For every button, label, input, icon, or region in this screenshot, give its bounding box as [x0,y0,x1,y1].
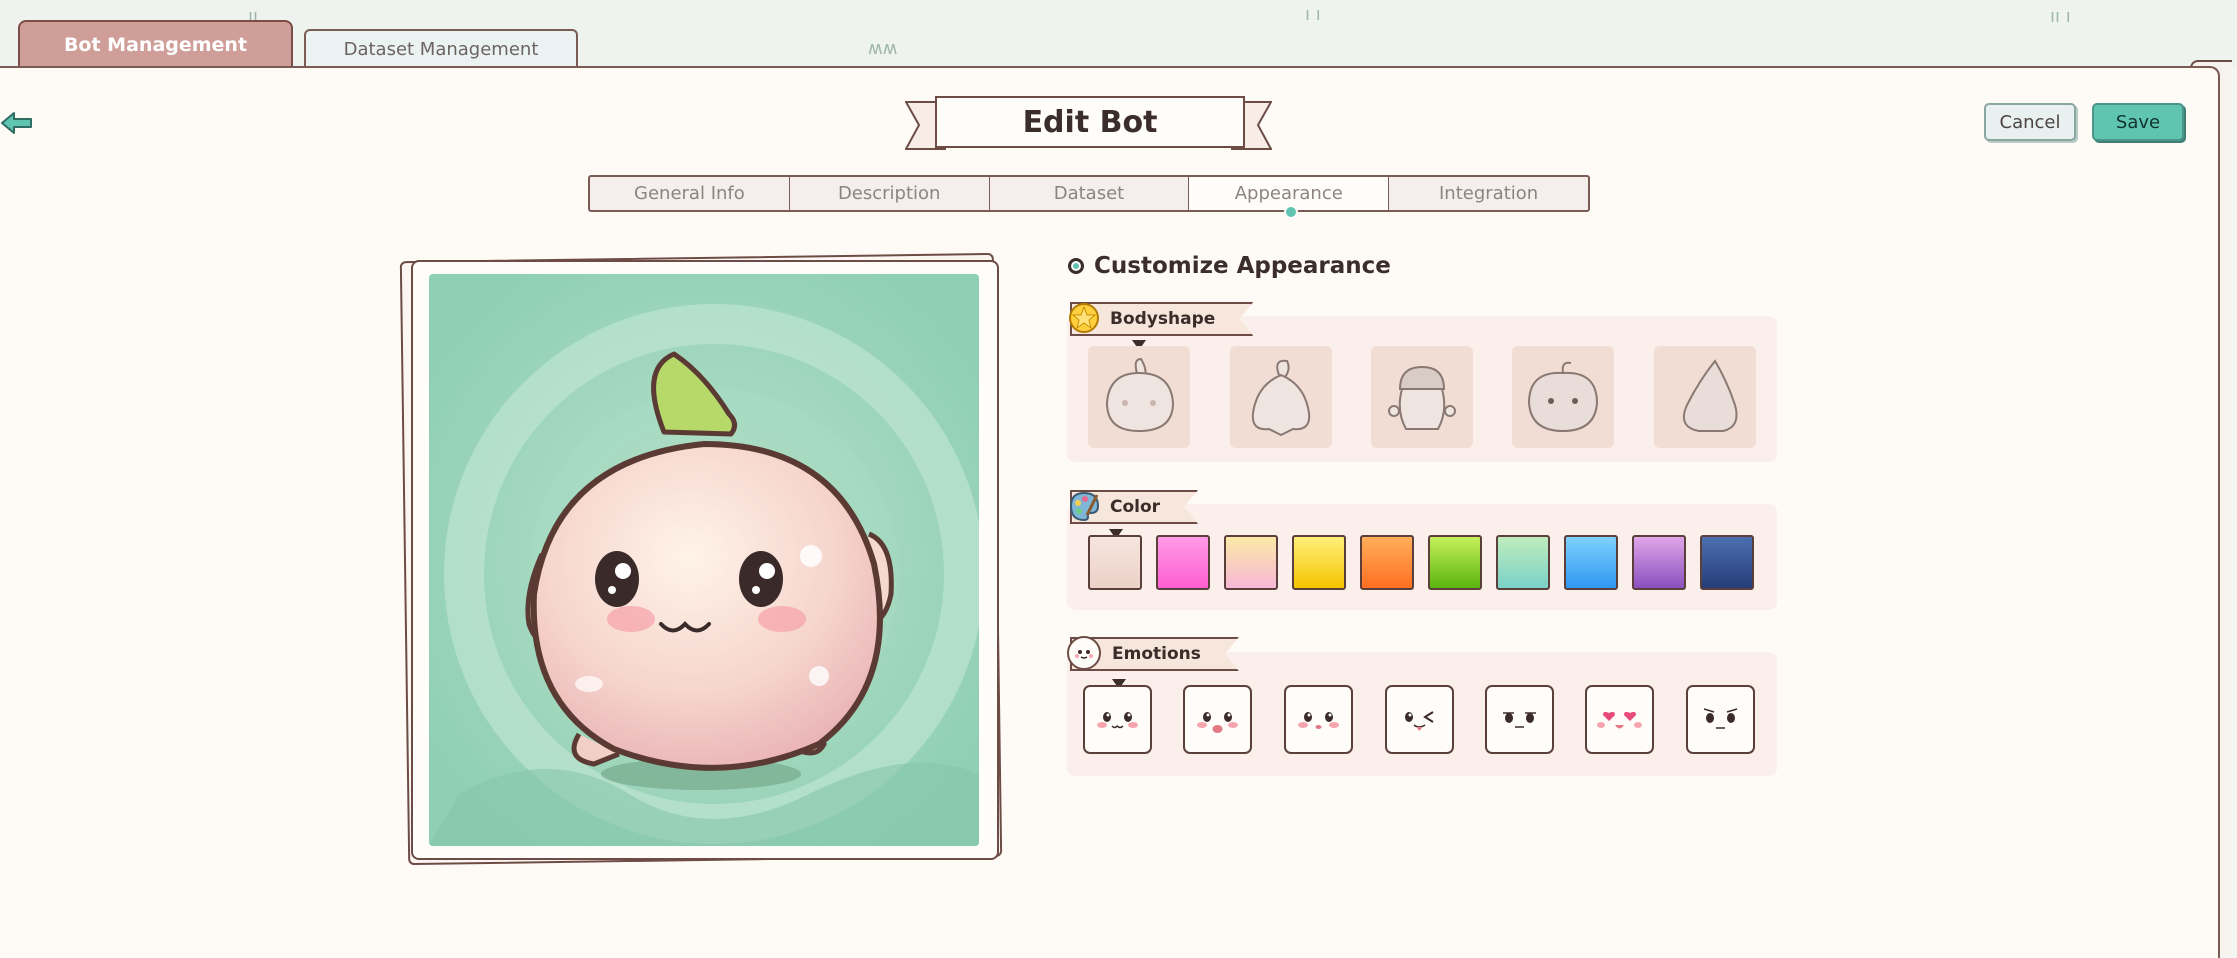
emotion-option-surprised[interactable] [1183,685,1252,754]
neutral-face-icon [1503,712,1536,728]
customize-appearance-header: Customize Appearance [1068,253,1391,279]
bodyshape-option-round-sprout[interactable] [1088,346,1190,448]
bodyshape-option-drop[interactable] [1654,346,1756,448]
star-icon [1067,301,1101,335]
face-icon [1067,636,1101,670]
emotion-option-content[interactable] [1284,685,1353,754]
smug-face-icon [1703,708,1738,729]
tab-appearance-label: Appearance [1234,183,1343,204]
color-swatch-peach-pastel[interactable] [1224,535,1278,590]
acorn-shape-icon [1388,365,1456,430]
color-swatch-cream[interactable] [1088,535,1142,590]
back-arrow-icon[interactable] [0,108,34,138]
color-swatch-orange[interactable] [1360,535,1414,590]
surprised-face-icon [1197,712,1238,733]
tab-general-info[interactable]: General Info [590,177,790,210]
palette-icon [1067,489,1101,523]
content-face-icon [1298,712,1339,729]
color-swatch-violet[interactable] [1632,535,1686,590]
emotion-option-happy[interactable] [1083,685,1152,754]
bot-preview-image [429,274,979,846]
emotions-label-ribbon: Emotions [1067,636,1239,672]
bodyshape-label-ribbon: Bodyshape [1067,301,1253,337]
color-swatch-pink[interactable] [1156,535,1210,590]
playful-face-icon [1405,711,1434,731]
save-button[interactable]: Save [2092,103,2184,141]
tab-dataset[interactable]: Dataset [990,177,1190,210]
love-face-icon [1597,711,1642,729]
emotion-option-smug[interactable] [1686,685,1755,754]
color-swatch-navy[interactable] [1700,535,1754,590]
bot-preview-card [411,260,999,860]
tab-bot-management[interactable]: Bot Management [18,20,293,68]
emotion-option-love[interactable] [1585,685,1654,754]
bodyshape-option-bag-sprout[interactable] [1230,346,1332,448]
color-label-ribbon: Color [1067,489,1198,525]
grass-decoration: ʍʍ [868,38,898,59]
tab-description[interactable]: Description [790,177,990,210]
page-title-banner: Edit Bot [905,94,1272,152]
tab-dataset-management[interactable]: Dataset Management [304,29,578,68]
tab-integration[interactable]: Integration [1389,177,1588,210]
emotion-option-playful[interactable] [1385,685,1454,754]
drop-shape-icon [1683,359,1738,432]
apple-shape-icon [1527,361,1599,433]
sub-tab-bar: General Info Description Dataset Appeara… [588,175,1590,219]
section-radio-icon [1068,258,1084,274]
bodyshape-option-acorn[interactable] [1371,346,1473,448]
happy-face-icon [1097,712,1138,729]
grass-decoration: ı ı [1305,4,1321,25]
color-swatch-mint[interactable] [1496,535,1550,590]
active-tab-indicator [1283,205,1298,219]
color-swatch-lime[interactable] [1428,535,1482,590]
page-title: Edit Bot [935,96,1245,148]
customize-appearance-title: Customize Appearance [1094,253,1391,279]
round-sprout-shape-icon [1105,357,1175,433]
tab-appearance[interactable]: Appearance [1189,177,1390,219]
color-swatch-sky[interactable] [1564,535,1618,590]
color-swatch-yellow[interactable] [1292,535,1346,590]
emotion-option-neutral[interactable] [1485,685,1554,754]
bag-sprout-shape-icon [1251,359,1311,437]
cancel-button[interactable]: Cancel [1984,103,2076,141]
grass-decoration: ıı ı [2050,6,2071,27]
bodyshape-option-apple[interactable] [1512,346,1614,448]
